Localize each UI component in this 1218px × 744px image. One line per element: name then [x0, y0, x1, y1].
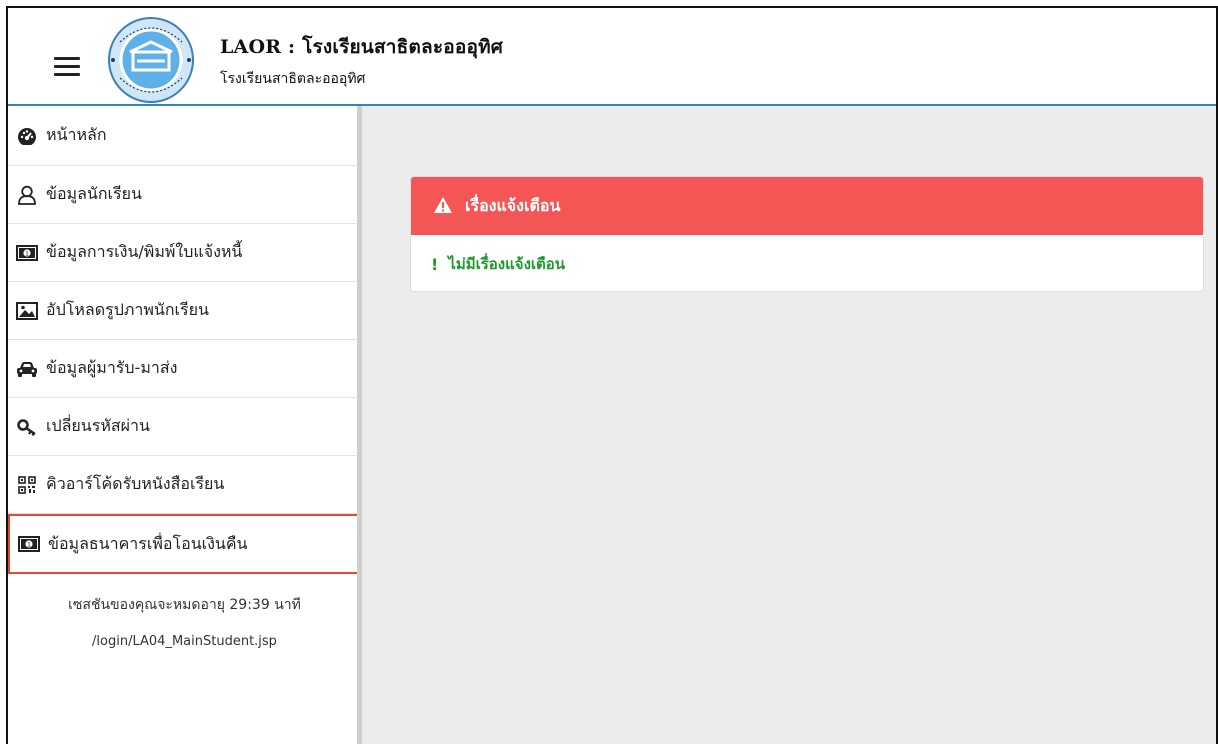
sidebar-item-bank-refund[interactable]: 1 ข้อมูลธนาคารเพื่อโอนเงินคืน: [8, 514, 361, 574]
sidebar-item-label: ข้อมูลธนาคารเพื่อโอนเงินคืน: [48, 533, 248, 553]
sidebar-item-label: อัปโหลดรูปภาพนักเรียน: [46, 300, 209, 319]
hamburger-line: [54, 65, 80, 68]
session-timer: เซสชันของคุณจะหมดอายุ 29:39 นาที: [68, 597, 301, 613]
sidebar-item-upload-photo[interactable]: อัปโหลดรูปภาพนักเรียน: [8, 282, 361, 340]
sidebar-item-qr-textbook[interactable]: คิวอาร์โค้ดรับหนังสือเรียน: [8, 456, 361, 514]
main-content: เรื่องแจ้งเตือน ! ไม่มีเรื่องแจ้งเตือน: [362, 106, 1216, 744]
exclamation-icon: !: [431, 254, 439, 274]
dashboard-icon: [16, 125, 38, 147]
sidebar-item-change-password[interactable]: เปลี่ยนรหัสผ่าน: [8, 398, 361, 456]
top-header: LAOR : โรงเรียนสาธิตละอออุทิศ โรงเรียนสา…: [8, 8, 1216, 106]
sidebar-item-student-info[interactable]: ข้อมูลนักเรียน: [8, 166, 361, 224]
sidebar-item-label: ข้อมูลการเงิน/พิมพ์ใบแจ้งหนี้: [46, 242, 243, 261]
sidebar-item-label: คิวอาร์โค้ดรับหนังสือเรียน: [46, 474, 225, 493]
sidebar-item-finance[interactable]: 1 ข้อมูลการเงิน/พิมพ์ใบแจ้งหนี้: [8, 224, 361, 282]
sidebar-item-home[interactable]: หน้าหลัก: [8, 106, 361, 166]
sidebar: หน้าหลัก ข้อมูลนักเรียน 1 ข้อมูลการเงิน/…: [8, 106, 362, 744]
key-icon: [16, 416, 38, 438]
car-icon: [16, 358, 38, 380]
sidebar-item-label: ข้อมูลผู้มารับ-มาส่ง: [46, 358, 178, 377]
warning-icon: [433, 196, 453, 216]
svg-text:1: 1: [25, 250, 29, 257]
app-window: LAOR : โรงเรียนสาธิตละอออุทิศ โรงเรียนสา…: [6, 6, 1218, 744]
header-titles: LAOR : โรงเรียนสาธิตละอออุทิศ โรงเรียนสา…: [220, 32, 503, 90]
sidebar-item-pickup[interactable]: ข้อมูลผู้มารับ-มาส่ง: [8, 340, 361, 398]
money-icon: 1: [18, 533, 40, 555]
app-title: LAOR : โรงเรียนสาธิตละอออุทิศ: [220, 36, 504, 58]
image-icon: [16, 300, 38, 322]
hamburger-line: [54, 73, 80, 76]
app-subtitle: โรงเรียนสาธิตละอออุทิศ: [220, 71, 366, 87]
sidebar-item-label: หน้าหลัก: [46, 125, 107, 144]
sidebar-item-label: เปลี่ยนรหัสผ่าน: [46, 416, 150, 435]
notification-card: เรื่องแจ้งเตือน ! ไม่มีเรื่องแจ้งเตือน: [410, 176, 1204, 292]
notification-message: ไม่มีเรื่องแจ้งเตือน: [448, 255, 566, 273]
hamburger-line: [54, 57, 80, 60]
qrcode-icon: [16, 474, 38, 496]
notification-body: ! ไม่มีเรื่องแจ้งเตือน: [411, 235, 1203, 291]
svg-text:1: 1: [27, 542, 31, 549]
money-icon: 1: [16, 242, 38, 264]
menu-toggle-button[interactable]: [54, 57, 80, 77]
school-logo: [108, 17, 194, 103]
sidebar-item-label: ข้อมูลนักเรียน: [46, 184, 142, 203]
page-path: /login/LA04_MainStudent.jsp: [92, 634, 277, 649]
user-icon: [16, 184, 38, 206]
notification-title: เรื่องแจ้งเตือน: [465, 195, 561, 215]
notification-header: เรื่องแจ้งเตือน: [411, 177, 1203, 235]
